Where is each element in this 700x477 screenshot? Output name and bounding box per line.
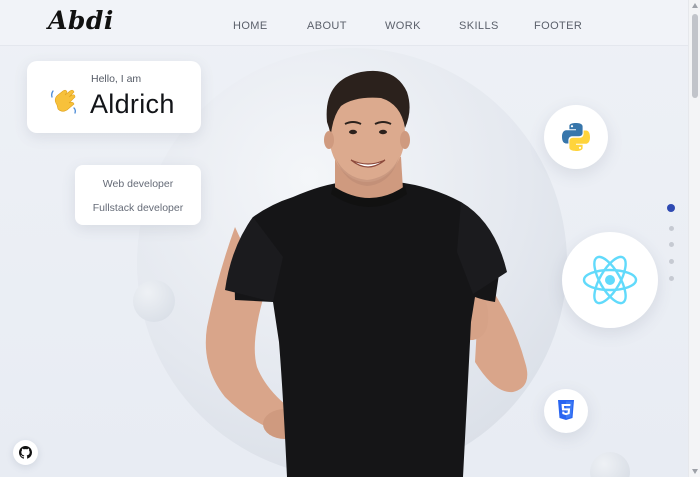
section-dot-1[interactable] [667,204,675,212]
scroll-down-arrow-icon[interactable] [692,469,698,474]
github-icon [19,446,32,459]
top-navbar: Abdi HOME ABOUT WORK SKILLS FOOTER [0,0,688,46]
hero-photo [205,70,528,477]
css3-badge [544,389,588,433]
greeting-card: Hello, I am Aldrich [27,61,201,133]
nav-item-work[interactable]: WORK [385,20,421,32]
python-badge [544,105,608,169]
python-icon [562,123,590,151]
decorative-blob [590,452,630,477]
nav-item-footer[interactable]: FOOTER [534,20,582,32]
nav-item-skills[interactable]: SKILLS [459,20,499,32]
page-scrollbar[interactable] [688,0,700,477]
section-dot-4[interactable] [669,259,674,264]
decorative-blob [133,280,175,322]
scroll-thumb[interactable] [692,14,698,98]
hero-name: Aldrich [90,89,175,119]
role-item: Fullstack developer [92,202,184,214]
github-link-button[interactable] [13,440,38,465]
section-dot-2[interactable] [669,226,674,231]
role-item: Web developer [102,178,174,190]
portfolio-page: Abdi HOME ABOUT WORK SKILLS FOOTER Hello… [0,0,700,477]
react-icon [582,255,638,305]
greeting-text: Hello, I am [91,73,142,85]
waving-hand-icon [51,89,76,114]
nav-item-about[interactable]: ABOUT [307,20,347,32]
site-logo[interactable]: Abdi [48,6,114,35]
section-dot-5[interactable] [669,276,674,281]
css3-icon [558,400,574,420]
nav-item-home[interactable]: HOME [233,20,268,32]
section-dot-3[interactable] [669,242,674,247]
scroll-up-arrow-icon[interactable] [692,3,698,8]
react-badge [562,232,658,328]
roles-card: Web developer Fullstack developer [75,165,201,225]
